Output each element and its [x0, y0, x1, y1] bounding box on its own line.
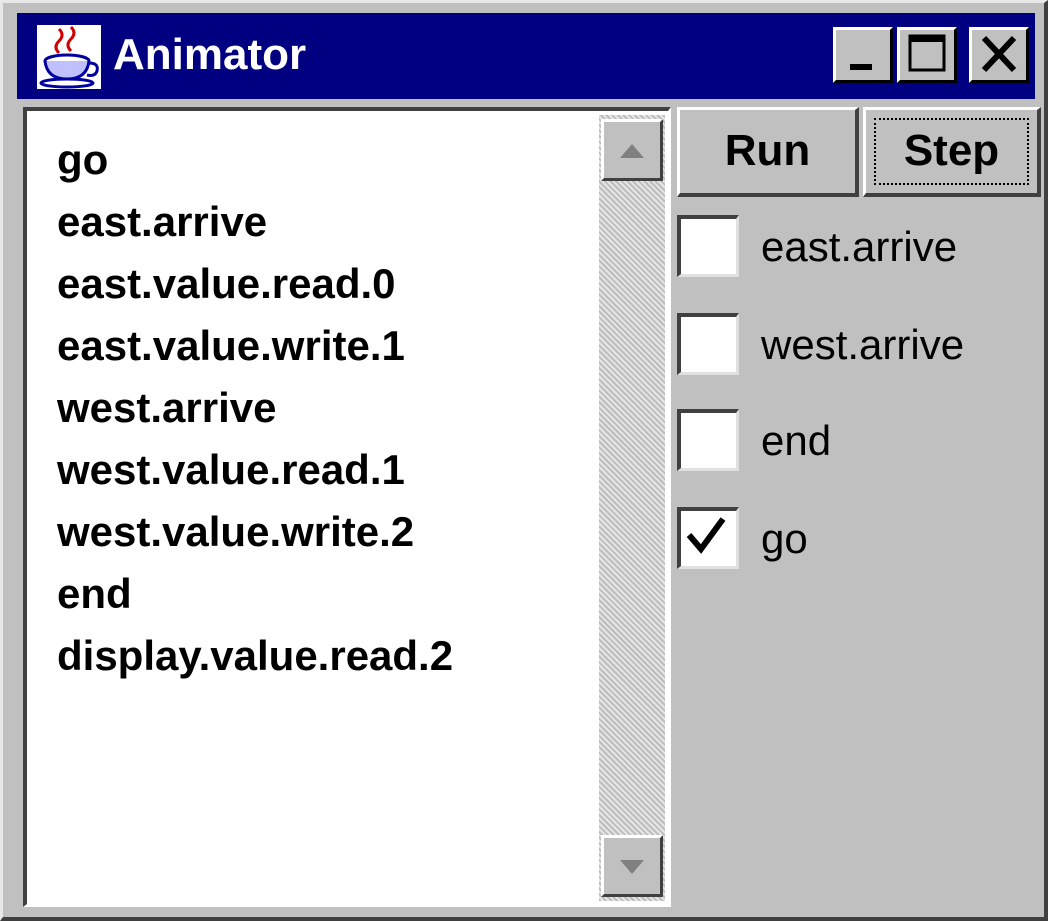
checkbox-label: end [761, 417, 832, 464]
run-button[interactable]: Run [677, 107, 859, 197]
window-title: Animator [113, 30, 307, 79]
arrow-down-icon [620, 860, 644, 874]
checkbox[interactable] [677, 313, 739, 375]
checkbox[interactable] [677, 507, 739, 569]
checkmark-icon [686, 517, 726, 554]
checkbox-east-arrive[interactable]: east.arrive [677, 215, 1037, 279]
maximize-button[interactable] [897, 27, 957, 83]
vertical-scrollbar[interactable] [599, 115, 665, 901]
list-item[interactable]: west.value.write.2 [57, 501, 453, 563]
run-button-label: Run [724, 126, 811, 175]
checkbox-go[interactable]: go [677, 507, 1037, 571]
step-button-label: Step [903, 126, 1000, 175]
list-item[interactable]: display.value.read.2 [57, 625, 453, 687]
checkbox-west-arrive[interactable]: west.arrive [677, 313, 1037, 377]
list-item[interactable]: west.arrive [57, 377, 453, 439]
checkbox[interactable] [677, 215, 739, 277]
java-coffee-cup-icon [37, 25, 101, 89]
trace-list-pane[interactable]: go east.arrive east.value.read.0 east.va… [23, 107, 671, 907]
list-item[interactable]: west.value.read.1 [57, 439, 453, 501]
scroll-up-button[interactable] [601, 119, 663, 181]
minimize-button[interactable] [833, 27, 893, 83]
close-icon [981, 35, 1017, 73]
trace-list: go east.arrive east.value.read.0 east.va… [57, 129, 453, 687]
list-item[interactable]: east.value.write.1 [57, 315, 453, 377]
animator-window: Animator go east.arrive east.value.read.… [0, 0, 1048, 921]
checkbox-end[interactable]: end [677, 409, 1037, 473]
scroll-down-button[interactable] [601, 835, 663, 897]
title-bar[interactable]: Animator [17, 13, 1035, 99]
step-button[interactable]: Step [863, 107, 1041, 197]
arrow-up-icon [620, 144, 644, 158]
checkbox-label: go [761, 515, 808, 562]
list-item[interactable]: end [57, 563, 453, 625]
list-item[interactable]: go [57, 129, 453, 191]
minimize-icon [850, 64, 872, 70]
checkbox-label: west.arrive [761, 321, 965, 368]
checkbox[interactable] [677, 409, 739, 471]
list-item[interactable]: east.arrive [57, 191, 453, 253]
checkbox-label: east.arrive [761, 223, 958, 270]
close-button[interactable] [969, 27, 1029, 83]
maximize-icon [908, 34, 946, 72]
list-item[interactable]: east.value.read.0 [57, 253, 453, 315]
